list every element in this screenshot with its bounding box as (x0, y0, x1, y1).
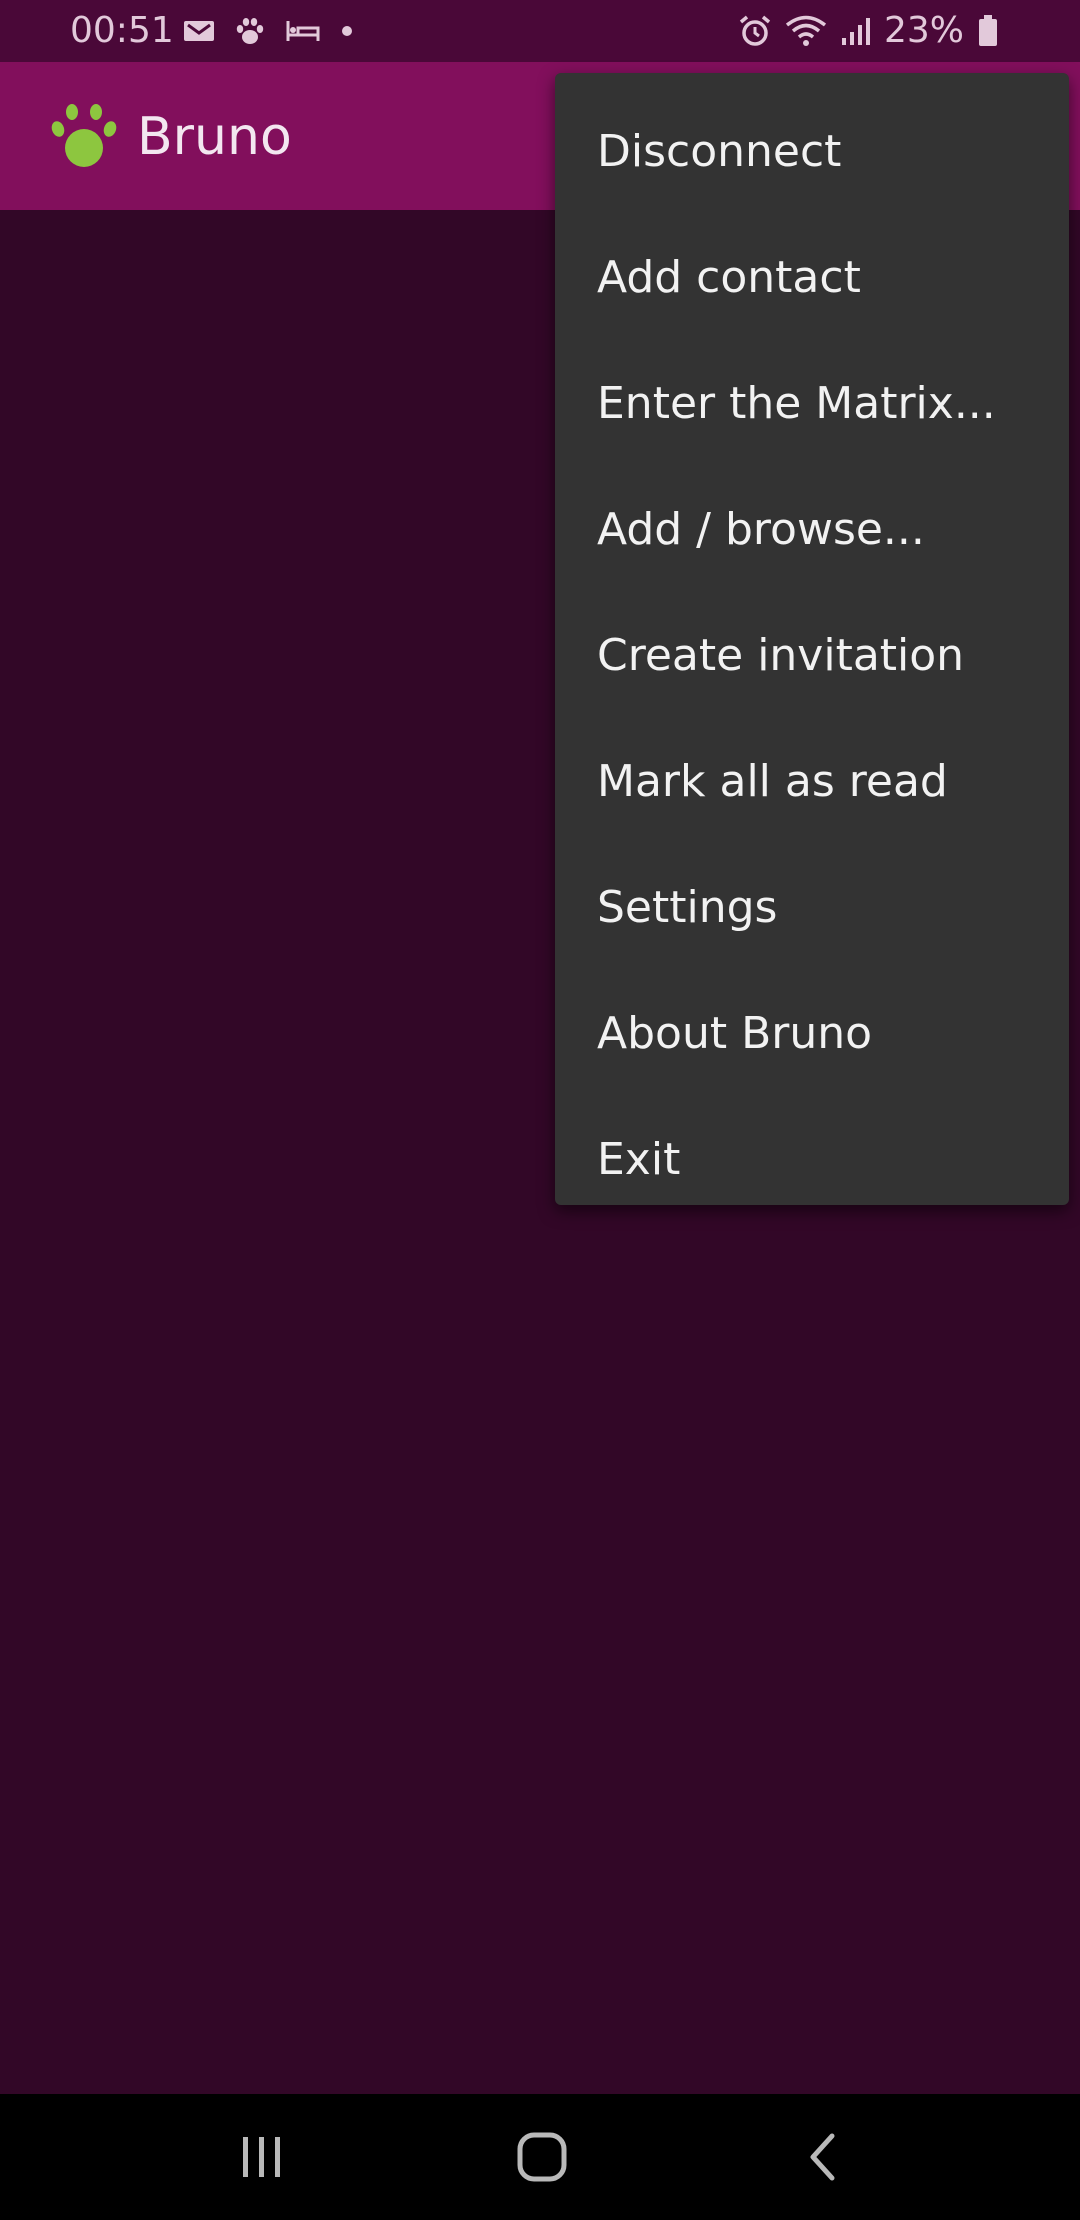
back-icon (810, 2133, 835, 2181)
status-bar: 00:51 23% (0, 0, 1080, 62)
menu-item-disconnect[interactable]: Disconnect (555, 88, 1069, 214)
overflow-menu: Disconnect Add contact Enter the Matrix.… (555, 73, 1069, 1205)
paw-icon (236, 18, 264, 44)
back-button[interactable] (783, 2126, 863, 2188)
battery-percentage: 23% (883, 10, 964, 51)
home-button[interactable] (502, 2126, 582, 2188)
message-icon (184, 21, 214, 41)
bed-icon (286, 21, 320, 41)
menu-item-create-invitation[interactable]: Create invitation (555, 592, 1069, 718)
menu-item-about-bruno[interactable]: About Bruno (555, 970, 1069, 1096)
recents-button[interactable] (222, 2126, 302, 2188)
menu-item-add-browse[interactable]: Add / browse... (555, 466, 1069, 592)
menu-item-settings[interactable]: Settings (555, 844, 1069, 970)
status-time: 00:51 (70, 10, 174, 51)
alarm-icon (739, 15, 771, 46)
home-icon (517, 2132, 567, 2182)
status-notification-icons (183, 12, 373, 50)
status-system-icons: 23% (738, 8, 1010, 54)
menu-item-exit[interactable]: Exit (555, 1096, 1069, 1222)
menu-item-add-contact[interactable]: Add contact (555, 214, 1069, 340)
menu-item-enter-the-matrix[interactable]: Enter the Matrix... (555, 340, 1069, 466)
wifi-icon (785, 15, 827, 46)
navigation-bar (0, 2094, 1080, 2220)
dot-icon (342, 26, 352, 36)
battery-icon (979, 15, 997, 46)
app-title: Bruno (137, 107, 292, 167)
paw-logo-icon (51, 104, 117, 167)
signal-icon (841, 18, 870, 45)
menu-item-mark-all-as-read[interactable]: Mark all as read (555, 718, 1069, 844)
recents-icon (243, 2137, 280, 2177)
